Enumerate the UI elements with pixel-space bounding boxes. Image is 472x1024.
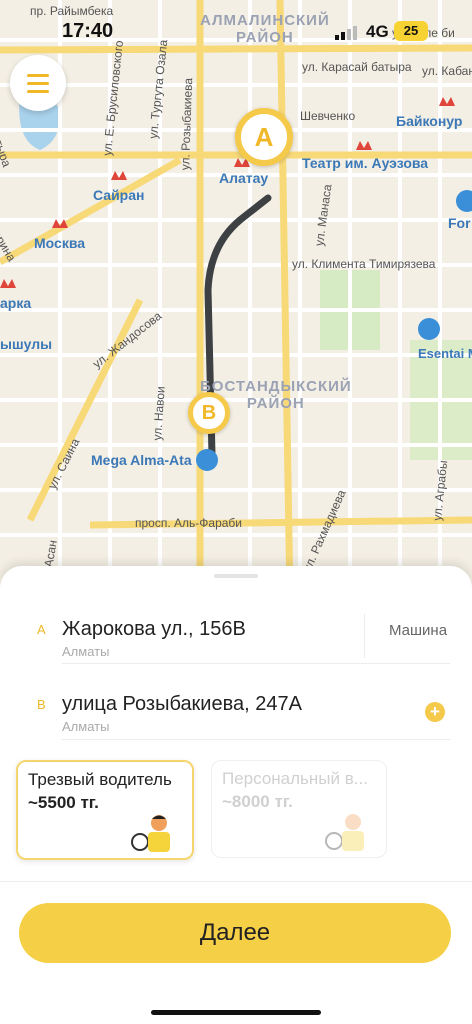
pickup-address: Жарокова ул., 156В	[62, 618, 246, 640]
shopping-bag-icon	[196, 449, 218, 471]
menu-button[interactable]	[10, 55, 66, 111]
destination-address-row[interactable]: B улица Розыбакиева, 247А Алматы +	[0, 681, 472, 755]
status-time: 17:40	[62, 20, 114, 42]
destination-city: Алматы	[62, 719, 110, 734]
street-label: просп. Аль-Фараби	[135, 516, 242, 530]
pickup-side-button[interactable]: Машина	[389, 622, 447, 639]
battery-icon: 25	[394, 21, 428, 41]
street-label: ул. Кабанбай	[422, 64, 472, 78]
metro-label: арка	[0, 295, 32, 311]
place-label: Esentai Mall	[418, 346, 472, 361]
marker-b[interactable]: B	[188, 392, 230, 434]
metro-label: ышулы	[0, 336, 53, 352]
order-sheet: A Жарокова ул., 156В Алматы Машина B ули…	[0, 566, 472, 1024]
status-bar: 17:40 4G 25	[0, 0, 472, 64]
map-canvas	[0, 0, 472, 600]
pickup-address-row[interactable]: A Жарокова ул., 156В Алматы Машина	[0, 606, 472, 680]
tariff-name: Трезвый водитель	[28, 770, 172, 789]
map-view[interactable]: АЛМАЛИНСКИЙ РАЙОН БОСТАНДЫКСКИЙ РАЙОН пр…	[0, 0, 472, 600]
tariff-card-personal-driver[interactable]: Персональный в... ~8000 тг.	[211, 760, 387, 858]
tariff-name: Персональный в...	[222, 769, 368, 788]
metro-label: Байконур	[396, 113, 463, 129]
menu-icon	[27, 74, 49, 77]
network-type: 4G	[366, 22, 389, 41]
sheet-grabber[interactable]	[214, 574, 258, 578]
shopping-bag-icon	[418, 318, 440, 340]
metro-label: Сайран	[93, 187, 145, 203]
metro-label: Москва	[34, 235, 86, 251]
home-indicator[interactable]	[151, 1010, 321, 1015]
destination-letter: B	[37, 697, 46, 712]
destination-address: улица Розыбакиева, 247А	[62, 693, 302, 715]
add-stop-icon[interactable]: +	[425, 702, 445, 722]
shopping-bag-icon	[456, 190, 472, 212]
marker-a[interactable]: A	[235, 108, 293, 166]
pickup-letter: A	[37, 622, 46, 637]
signal-icon	[335, 26, 357, 40]
street-label: Шевченко	[300, 109, 356, 123]
place-label: Mega Alma-Ata	[91, 452, 192, 468]
metro-label: Театр им. Ауэзова	[302, 155, 429, 171]
driver-icon	[131, 815, 170, 852]
metro-label: Алатау	[219, 170, 269, 186]
tariff-card-sober-driver[interactable]: Трезвый водитель ~5500 тг.	[16, 760, 194, 860]
tariff-price: ~5500 тг.	[28, 793, 99, 812]
next-button[interactable]: Далее	[19, 903, 451, 963]
pickup-city: Алматы	[62, 644, 110, 659]
driver-icon	[325, 814, 364, 851]
street-label: ул. Климента Тимирязева	[292, 257, 436, 271]
tariff-price: ~8000 тг.	[222, 792, 293, 811]
place-label: For	[448, 215, 471, 231]
